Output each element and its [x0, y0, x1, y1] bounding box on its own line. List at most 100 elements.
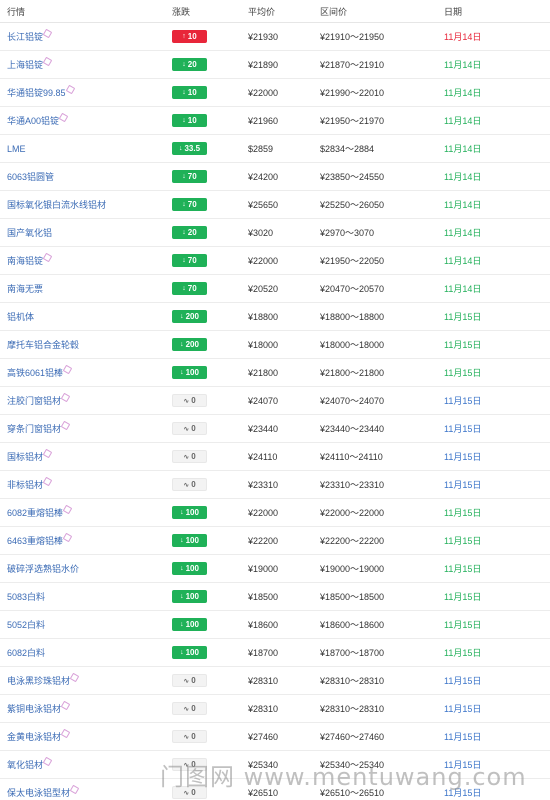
- table-row[interactable]: 保太电泳铝型材 ∿ 0 ¥26510 ¥26510～26510 11月15日: [0, 779, 550, 800]
- table-row[interactable]: 6082重熔铝棒 ↓ 100 ¥22000 ¥22000～22000 11月15日: [0, 499, 550, 527]
- table-row[interactable]: 6082白料 ↓ 100 ¥18700 ¥18700～18700 11月15日: [0, 639, 550, 667]
- table-row[interactable]: 国标氧化银白流水线铝材 ↓ 70 ¥25650 ¥25250～26050 11月14日: [0, 191, 550, 219]
- range-price: ¥22200～22200: [320, 536, 385, 546]
- commodity-link[interactable]: 6063铝圆管: [7, 172, 54, 182]
- avg-price: ¥20520: [248, 283, 279, 294]
- range-price: ¥28310～28310: [320, 704, 385, 714]
- commodity-link[interactable]: 南海铝锭: [7, 256, 43, 266]
- commodity-link[interactable]: 摩托车铝合金轮毂: [7, 340, 79, 350]
- row-change-cell: ∿ 0: [172, 702, 248, 715]
- table-row[interactable]: 国产氧化铝 ↓ 20 ¥3020 ¥2970～3070 11月14日: [0, 219, 550, 247]
- date-cell: 11月15日: [444, 536, 482, 546]
- change-value: 100: [185, 620, 199, 629]
- row-name-cell: 穿条门窗铝材: [0, 420, 172, 435]
- table-row[interactable]: 非标铝材 ∿ 0 ¥23310 ¥23310～23310 11月15日: [0, 471, 550, 499]
- commodity-link[interactable]: 非标铝材: [7, 480, 43, 490]
- table-row[interactable]: 金黄电泳铝材 ∿ 0 ¥27460 ¥27460～27460 11月15日: [0, 723, 550, 751]
- row-name-cell: 非标铝材: [0, 476, 172, 491]
- table-row[interactable]: 上海铝锭 ↓ 20 ¥21890 ¥21870～21910 11月14日: [0, 51, 550, 79]
- commodity-link[interactable]: 穿条门窗铝材: [7, 424, 61, 434]
- commodity-link[interactable]: 上海铝锭: [7, 60, 43, 70]
- arrow-down-icon: ↓: [180, 509, 184, 516]
- commodity-link[interactable]: 南海无票: [7, 284, 43, 294]
- row-name-cell: 紫铜电泳铝材: [0, 700, 172, 715]
- table-row[interactable]: 紫铜电泳铝材 ∿ 0 ¥28310 ¥28310～28310 11月15日: [0, 695, 550, 723]
- arrow-down-icon: ↓: [182, 201, 186, 208]
- pencil-icon: [60, 420, 71, 431]
- change-badge: ∿ 0: [172, 450, 207, 463]
- commodity-link[interactable]: 保太电泳铝型材: [7, 788, 70, 798]
- range-price: ¥21870～21910: [320, 60, 385, 70]
- row-change-cell: ↓ 100: [172, 366, 248, 379]
- table-row[interactable]: 注胶门窗铝材 ∿ 0 ¥24070 ¥24070～24070 11月15日: [0, 387, 550, 415]
- commodity-link[interactable]: 6082重熔铝棒: [7, 508, 63, 518]
- commodity-link[interactable]: 紫铜电泳铝材: [7, 704, 61, 714]
- table-row[interactable]: 南海铝锭 ↓ 70 ¥22000 ¥21950～22050 11月14日: [0, 247, 550, 275]
- table-row[interactable]: 6463重熔铝棒 ↓ 100 ¥22200 ¥22200～22200 11月15日: [0, 527, 550, 555]
- avg-price: ¥25340: [248, 759, 279, 770]
- table-row[interactable]: 穿条门窗铝材 ∿ 0 ¥23440 ¥23440～23440 11月15日: [0, 415, 550, 443]
- table-row[interactable]: 华通铝锭99.85 ↓ 10 ¥22000 ¥21990～22010 11月14日: [0, 79, 550, 107]
- row-name-cell: 高铁6061铝棒: [0, 364, 172, 379]
- table-row[interactable]: 长江铝锭 ↑ 10 ¥21930 ¥21910～21950 11月14日: [0, 23, 550, 51]
- commodity-link[interactable]: 破碎浮选熟铝水价: [7, 564, 79, 574]
- change-badge: ∿ 0: [172, 422, 207, 435]
- range-price: ¥21910～21950: [320, 32, 385, 42]
- commodity-link[interactable]: 氧化铝材: [7, 760, 43, 770]
- table-row[interactable]: 国标铝材 ∿ 0 ¥24110 ¥24110～24110 11月15日: [0, 443, 550, 471]
- change-badge: ∿ 0: [172, 478, 207, 491]
- commodity-link[interactable]: LME: [7, 144, 26, 154]
- pencil-icon: [69, 672, 80, 683]
- commodity-link[interactable]: 金黄电泳铝材: [7, 732, 61, 742]
- table-row[interactable]: 铝机体 ↓ 200 ¥18800 ¥18800～18800 11月15日: [0, 303, 550, 331]
- arrow-down-icon: ↓: [182, 61, 186, 68]
- table-row[interactable]: 南海无票 ↓ 70 ¥20520 ¥20470～20570 11月14日: [0, 275, 550, 303]
- row-name-cell: 长江铝锭: [0, 28, 172, 43]
- commodity-link[interactable]: 长江铝锭: [7, 32, 43, 42]
- table-row[interactable]: LME ↓ 33.5 $2859 $2834～2884 11月14日: [0, 135, 550, 163]
- commodity-link[interactable]: 高铁6061铝棒: [7, 368, 63, 378]
- range-price: $2834～2884: [320, 144, 375, 154]
- commodity-link[interactable]: 电泳黑珍珠铝材: [7, 676, 70, 686]
- table-row[interactable]: 高铁6061铝棒 ↓ 100 ¥21800 ¥21800～21800 11月15日: [0, 359, 550, 387]
- pencil-icon: [65, 84, 75, 95]
- commodity-link[interactable]: 注胶门窗铝材: [7, 396, 61, 406]
- table-row[interactable]: 氧化铝材 ∿ 0 ¥25340 ¥25340～25340 11月15日: [0, 751, 550, 779]
- pencil-icon: [62, 504, 73, 515]
- table-row[interactable]: 6063铝圆管 ↓ 70 ¥24200 ¥23850～24550 11月14日: [0, 163, 550, 191]
- row-name-cell: 上海铝锭: [0, 56, 172, 71]
- avg-price: ¥21930: [248, 31, 279, 42]
- commodity-link[interactable]: 华通A00铝锭: [7, 116, 59, 126]
- commodity-link[interactable]: 5052白料: [7, 620, 45, 630]
- row-change-cell: ∿ 0: [172, 394, 248, 407]
- table-row[interactable]: 电泳黑珍珠铝材 ∿ 0 ¥28310 ¥28310～28310 11月15日: [0, 667, 550, 695]
- commodity-link[interactable]: 5083白料: [7, 592, 45, 602]
- range-price: ¥23440～23440: [320, 424, 385, 434]
- row-change-cell: ↓ 10: [172, 86, 248, 99]
- change-badge: ∿ 0: [172, 674, 207, 687]
- table-row[interactable]: 5083白料 ↓ 100 ¥18500 ¥18500～18500 11月15日: [0, 583, 550, 611]
- commodity-link[interactable]: 国标氧化银白流水线铝材: [7, 200, 106, 210]
- commodity-link[interactable]: 国标铝材: [7, 452, 43, 462]
- table-row[interactable]: 5052白料 ↓ 100 ¥18600 ¥18600～18600 11月15日: [0, 611, 550, 639]
- commodity-link[interactable]: 6463重熔铝棒: [7, 536, 63, 546]
- row-name-cell: 国产氧化铝: [0, 226, 172, 239]
- commodity-link[interactable]: 铝机体: [7, 312, 34, 322]
- arrow-down-icon: ↓: [182, 257, 186, 264]
- range-price: ¥18800～18800: [320, 312, 385, 322]
- pencil-icon: [42, 756, 53, 767]
- arrow-down-icon: ↓: [182, 117, 186, 124]
- table-row[interactable]: 华通A00铝锭 ↓ 10 ¥21960 ¥21950～21970 11月14日: [0, 107, 550, 135]
- change-value: 20: [187, 228, 197, 237]
- commodity-link[interactable]: 6082白料: [7, 648, 45, 658]
- range-price: ¥28310～28310: [320, 676, 385, 686]
- table-row[interactable]: 摩托车铝合金轮毂 ↓ 200 ¥18000 ¥18000～18000 11月15日: [0, 331, 550, 359]
- change-badge: ↓ 100: [172, 618, 207, 631]
- change-value: 10: [187, 116, 197, 125]
- commodity-link[interactable]: 华通铝锭99.85: [7, 88, 66, 98]
- avg-price: ¥21800: [248, 367, 279, 378]
- avg-price: ¥18000: [248, 339, 279, 350]
- table-row[interactable]: 破碎浮选熟铝水价 ↓ 100 ¥19000 ¥19000～19000 11月15日: [0, 555, 550, 583]
- avg-price: ¥24070: [248, 395, 279, 406]
- commodity-link[interactable]: 国产氧化铝: [7, 228, 52, 238]
